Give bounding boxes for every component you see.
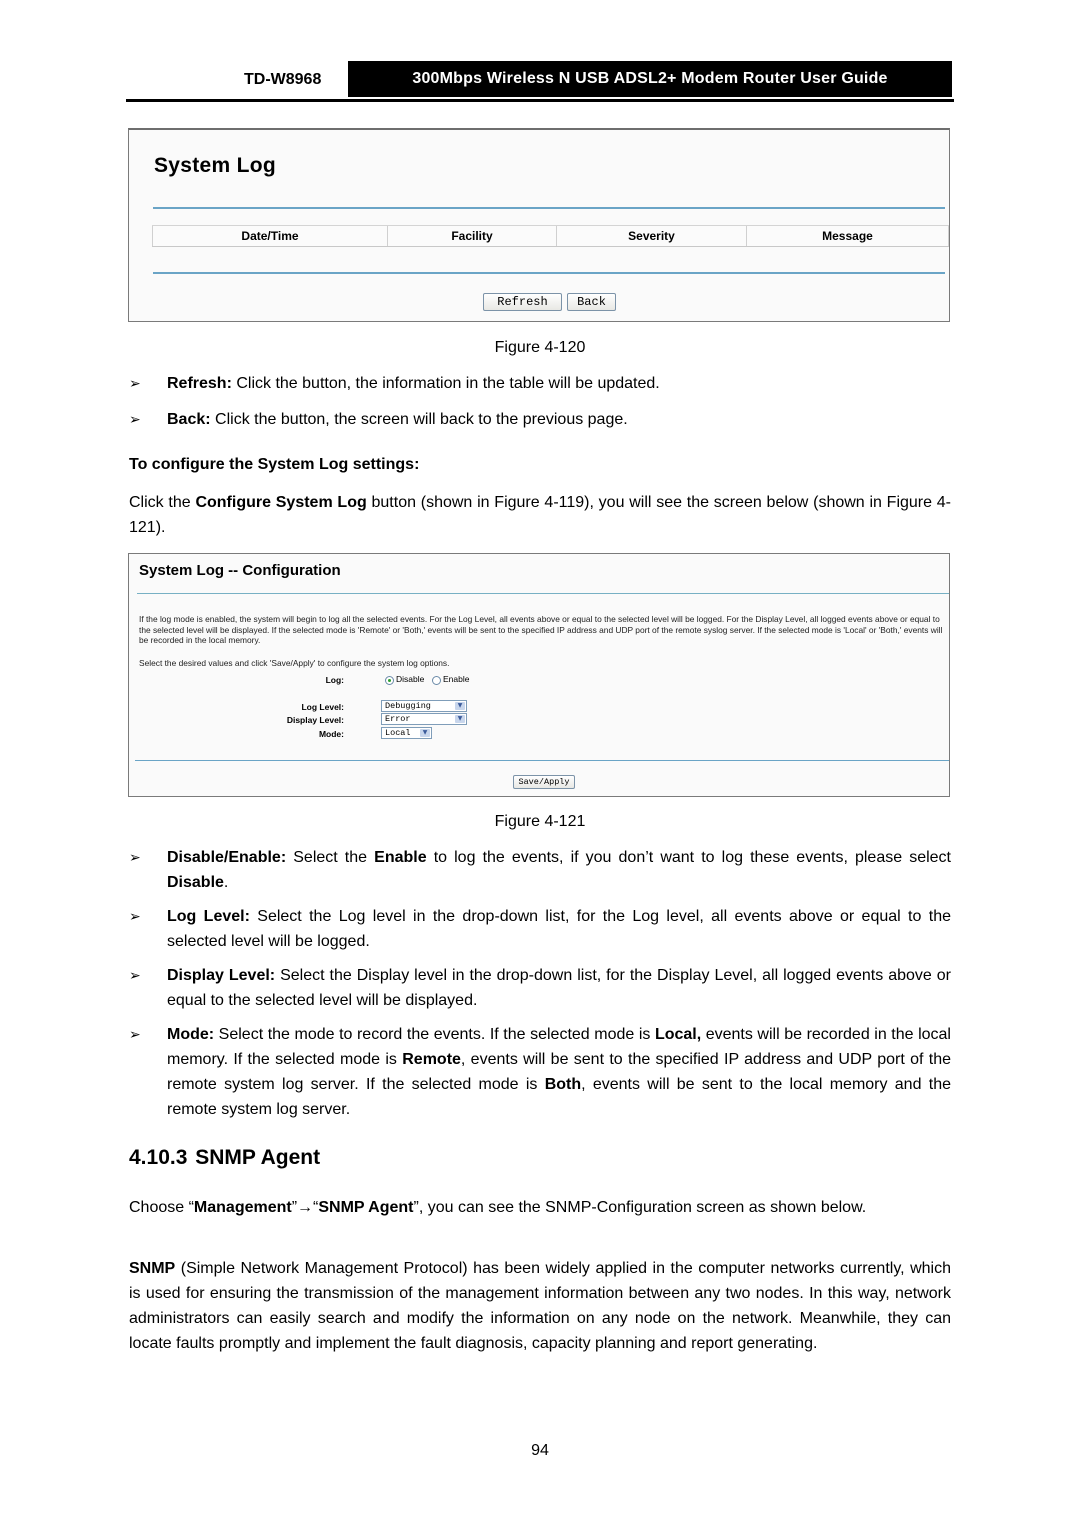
- header-rule: [126, 99, 954, 102]
- divider-bottom: [135, 760, 949, 761]
- guide-title: 300Mbps Wireless N USB ADSL2+ Modem Rout…: [348, 61, 952, 97]
- bullet-arrow-icon: ➢: [129, 967, 141, 983]
- bold-text: SNMP: [129, 1260, 176, 1277]
- text: Select the Display level in the drop-dow…: [167, 967, 951, 1009]
- bullet-arrow-icon: ➢: [129, 375, 141, 391]
- bullet-arrow-icon: ➢: [129, 908, 141, 924]
- system-log-configuration-screenshot: System Log -- Configuration If the log m…: [128, 553, 950, 797]
- snmp-description-paragraph: SNMP (Simple Network Management Protocol…: [129, 1256, 951, 1356]
- bold-text: Both: [544, 1076, 582, 1093]
- text: to log the events, if you don’t want to …: [426, 849, 952, 866]
- selected-value: Debugging: [385, 701, 431, 711]
- back-button[interactable]: Back: [567, 293, 616, 311]
- bold-text: Remote: [402, 1051, 461, 1068]
- radio-disable[interactable]: [385, 676, 394, 685]
- bold-text: Enable: [374, 849, 427, 866]
- model-name: TD-W8968: [244, 71, 322, 88]
- divider-top: [137, 593, 949, 594]
- bold-text: SNMP Agent: [318, 1199, 414, 1216]
- mode-label: Mode:: [318, 729, 344, 739]
- term: Refresh:: [167, 375, 232, 392]
- bullet-log-level: ➢ Log Level: Select the Log level in the…: [129, 904, 951, 954]
- log-level-label: Log Level:: [301, 702, 344, 712]
- display-level-select[interactable]: Error ▼: [381, 713, 467, 725]
- column-facility: Facility: [387, 226, 556, 246]
- config-description: If the log mode is enabled, the system w…: [139, 614, 943, 646]
- subheading: To configure the System Log settings:: [129, 456, 420, 473]
- section-title: SNMP Agent: [195, 1146, 321, 1169]
- mode-select[interactable]: Local ▼: [381, 727, 432, 739]
- term: Back:: [167, 411, 211, 428]
- chevron-down-icon: ▼: [455, 715, 465, 723]
- divider-bottom: [153, 272, 945, 274]
- radio-enable-label: Enable: [443, 674, 470, 684]
- column-severity: Severity: [556, 226, 746, 246]
- text: Click the: [129, 494, 196, 511]
- log-label: Log:: [325, 675, 344, 685]
- bullet-refresh: ➢ Refresh: Click the button, the informa…: [129, 371, 951, 396]
- description: Click the button, the screen will back t…: [210, 411, 628, 428]
- bullet-back: ➢ Back: Click the button, the screen wil…: [129, 407, 951, 432]
- system-log-title: System Log: [154, 154, 277, 177]
- text: Select the mode to record the events. If…: [214, 1026, 655, 1043]
- page-number: 94: [531, 1442, 549, 1459]
- chevron-down-icon: ▼: [455, 702, 465, 710]
- text: ”, you can see the SNMP-Configuration sc…: [413, 1199, 867, 1216]
- config-instruction: Select the desired values and click 'Sav…: [139, 658, 450, 668]
- selected-value: Error: [385, 714, 411, 724]
- column-date-time: Date/Time: [152, 226, 387, 246]
- section-number: 4.10.3: [129, 1146, 188, 1169]
- text: Select the: [286, 849, 375, 866]
- bold-text: Management: [193, 1199, 292, 1216]
- term: Display Level:: [167, 967, 276, 984]
- bullet-disable-enable: ➢ Disable/Enable: Select the Enable to l…: [129, 845, 951, 895]
- system-log-screenshot: System Log Date/Time Facility Severity M…: [128, 128, 950, 322]
- save-apply-button[interactable]: Save/Apply: [513, 775, 575, 789]
- log-table-header: Date/Time Facility Severity Message: [152, 225, 949, 247]
- bullet-arrow-icon: ➢: [129, 849, 141, 865]
- term: Mode:: [167, 1026, 215, 1043]
- bullet-arrow-icon: ➢: [129, 411, 141, 427]
- intro-paragraph: Click the Configure System Log button (s…: [129, 490, 951, 540]
- text: (Simple Network Management Protocol) has…: [129, 1260, 951, 1352]
- page-header: TD-W8968 300Mbps Wireless N USB ADSL2+ M…: [126, 61, 954, 102]
- text: Choose “: [129, 1199, 194, 1216]
- radio-disable-label: Disable: [396, 674, 425, 684]
- display-level-label: Display Level:: [286, 715, 344, 725]
- text: Select the Log level in the drop-down li…: [167, 908, 951, 950]
- bullet-display-level: ➢ Display Level: Select the Display leve…: [129, 963, 951, 1013]
- log-level-select[interactable]: Debugging ▼: [381, 700, 467, 712]
- radio-enable[interactable]: [432, 676, 441, 685]
- column-message: Message: [746, 226, 949, 246]
- term: Disable/Enable:: [167, 849, 287, 866]
- divider-top: [153, 207, 945, 209]
- figure-caption-121: Figure 4-121: [494, 813, 586, 830]
- selected-value: Local: [385, 728, 411, 738]
- term: Log Level:: [167, 908, 250, 925]
- text: ”→“: [291, 1199, 319, 1216]
- text: .: [223, 874, 229, 891]
- figure-caption-120: Figure 4-120: [494, 339, 586, 356]
- snmp-intro-paragraph: Choose “Management”→“SNMP Agent”, you ca…: [129, 1195, 951, 1220]
- bold-text: Disable: [167, 874, 224, 891]
- bullet-arrow-icon: ➢: [129, 1026, 141, 1042]
- bullet-mode: ➢ Mode: Select the mode to record the ev…: [129, 1022, 951, 1122]
- description: Click the button, the information in the…: [231, 375, 660, 392]
- bold-text: Configure System Log: [195, 494, 367, 511]
- config-title: System Log -- Configuration: [139, 562, 341, 579]
- bold-text: Local,: [654, 1026, 702, 1043]
- section-heading: 4.10.3 SNMP Agent: [129, 1146, 320, 1170]
- refresh-button[interactable]: Refresh: [483, 293, 562, 311]
- chevron-down-icon: ▼: [420, 729, 430, 737]
